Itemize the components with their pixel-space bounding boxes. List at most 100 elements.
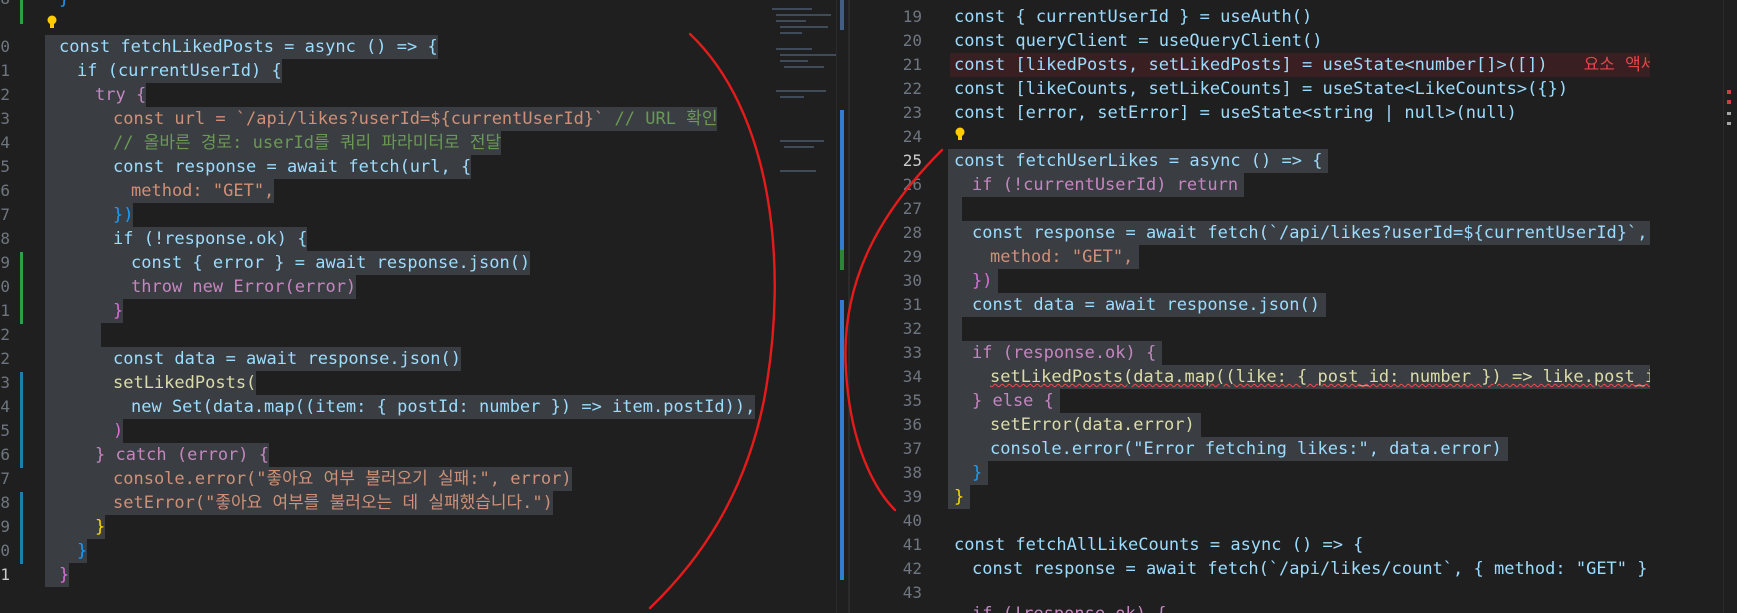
code-text: throw new Error(error) — [131, 277, 357, 297]
code-line: const response = await fetch(`/api/likes… — [948, 221, 1674, 245]
code-line: } — [45, 539, 88, 563]
right-editor-pane[interactable]: 19 20 21 22 23 24 25 26 27 28 29 30 31 3… — [850, 0, 1737, 613]
line-number: 4 — [0, 133, 10, 152]
line-number: 20 — [902, 31, 922, 50]
code-text: const [likedPosts, setLikedPosts] = useS… — [954, 55, 1548, 75]
line-number: 2 — [0, 325, 10, 344]
line-number: 1 — [0, 565, 10, 584]
line-number: 0 — [0, 37, 10, 56]
line-number-active: 25 — [902, 151, 922, 170]
line-number: 5 — [0, 157, 10, 176]
lightbulb-icon[interactable] — [954, 127, 966, 141]
line-number: 28 — [902, 223, 922, 242]
code-line: const data = await response.json() — [45, 347, 461, 371]
line-number: 32 — [902, 319, 922, 338]
line-number: 38 — [902, 463, 922, 482]
git-modified-marker — [20, 372, 23, 468]
code-text: const queryClient = useQueryClient() — [954, 31, 1323, 51]
code-text: console.error("Error fetching likes:", d… — [990, 439, 1502, 459]
code-line: console.error("Error fetching likes:", d… — [948, 437, 1508, 461]
code-line: } — [45, 515, 106, 539]
line-number: 8 — [0, 493, 10, 512]
code-text: const fetchUserLikes = async () => { — [954, 151, 1323, 171]
code-text: } — [972, 463, 983, 483]
code-line: }) — [948, 269, 999, 293]
line-number: 8 — [0, 229, 10, 248]
code-text: if (!response.ok) { — [972, 604, 1166, 613]
right-minimap[interactable] — [1650, 0, 1730, 613]
code-text: } — [95, 517, 106, 537]
right-scrollbar[interactable] — [1723, 0, 1737, 613]
code-line: const fetchUserLikes = async () => { — [948, 149, 1329, 173]
line-number: 19 — [902, 7, 922, 26]
code-text: const response = await fetch(`/api/likes… — [972, 559, 1658, 579]
git-added-marker — [20, 252, 23, 324]
code-line: } — [45, 563, 70, 587]
line-number: 35 — [902, 391, 922, 410]
line-number: 33 — [902, 343, 922, 362]
code-text: setLikedPosts( — [113, 373, 257, 393]
code-text: const fetchAllLikeCounts = async () => { — [954, 535, 1364, 555]
code-text: const url = `/api/likes?userId=${current… — [113, 109, 605, 129]
line-number: 42 — [902, 559, 922, 578]
code-line: if (!currentUserId) return — [948, 173, 1245, 197]
line-number: 27 — [902, 199, 922, 218]
scroll-thumb[interactable] — [840, 0, 844, 30]
line-number: 3 — [0, 373, 10, 392]
line-number: 4 — [0, 397, 10, 416]
code-text: method: "GET", — [990, 247, 1134, 267]
code-comment: // 올바른 경로: userId를 쿼리 파라미터로 전달 — [113, 133, 502, 153]
code-line: } catch (error) { — [45, 443, 269, 467]
code-text: const fetchLikedPosts = async () => { — [59, 37, 438, 57]
line-number: 36 — [902, 415, 922, 434]
code-line: ) — [45, 419, 124, 443]
code-text: } catch (error) { — [95, 445, 269, 465]
left-line-number-gutter: 8 0 1 2 3 4 5 6 7 8 9 0 1 2 2 3 4 5 6 7 … — [0, 0, 14, 613]
line-number: 34 — [902, 367, 922, 386]
line-number: 9 — [0, 253, 10, 272]
code-line: const fetchLikedPosts = async () => { — [45, 35, 438, 59]
code-text: const { error } = await response.json() — [131, 253, 531, 273]
code-text: }) — [113, 205, 134, 225]
code-line: setLikedPosts( — [45, 371, 257, 395]
code-text: const response = await fetch(`/api/likes… — [972, 223, 1668, 243]
code-text: const [likeCounts, setLikeCounts] = useS… — [954, 79, 1569, 99]
line-number: 37 — [902, 439, 922, 458]
line-number: 26 — [902, 175, 922, 194]
code-line: // 올바른 경로: userId를 쿼리 파라미터로 전달 — [45, 131, 502, 155]
code-line: setError("좋아요 여부를 불러오는 데 실패했습니다.") — [45, 491, 553, 515]
code-line — [45, 323, 101, 347]
left-editor-pane[interactable]: 8 0 1 2 3 4 5 6 7 8 9 0 1 2 2 3 4 5 6 7 … — [0, 0, 850, 613]
code-text: } — [954, 487, 965, 507]
code-line: } — [948, 485, 971, 509]
code-line: if (!response.ok) { — [45, 227, 308, 251]
code-line — [948, 317, 962, 341]
line-number: 31 — [902, 295, 922, 314]
code-line: } — [948, 461, 989, 485]
line-number: 7 — [0, 205, 10, 224]
code-text: if (currentUserId) { — [77, 61, 282, 81]
code-line: throw new Error(error) — [45, 275, 357, 299]
lightbulb-icon[interactable] — [46, 15, 58, 29]
code-line: setError(data.error) — [948, 413, 1201, 437]
line-number: 9 — [0, 517, 10, 536]
line-number: 2 — [0, 85, 10, 104]
line-number: 5 — [0, 421, 10, 440]
code-line: method: "GET", — [948, 245, 1140, 269]
line-number: 0 — [0, 541, 10, 560]
code-line: }) — [45, 203, 134, 227]
code-text: } — [113, 301, 124, 321]
line-number: 8 — [0, 0, 10, 11]
code-text: try { — [95, 85, 147, 105]
line-number: 3 — [0, 109, 10, 128]
code-text: if (!currentUserId) return — [972, 175, 1239, 195]
code-line: setLikedPosts(data.map((like: { post_id:… — [948, 365, 1692, 389]
code-text: setLikedPosts(data.map((like: { post_id:… — [990, 367, 1686, 387]
code-text: console.error("좋아요 여부 불러오기 실패:", error) — [113, 469, 572, 489]
code-text: } — [77, 541, 88, 561]
git-added-marker — [20, 0, 23, 24]
code-line: console.error("좋아요 여부 불러오기 실패:", error) — [45, 467, 572, 491]
line-number: 6 — [0, 445, 10, 464]
code-text: if (response.ok) { — [972, 343, 1157, 363]
line-number: 29 — [902, 247, 922, 266]
